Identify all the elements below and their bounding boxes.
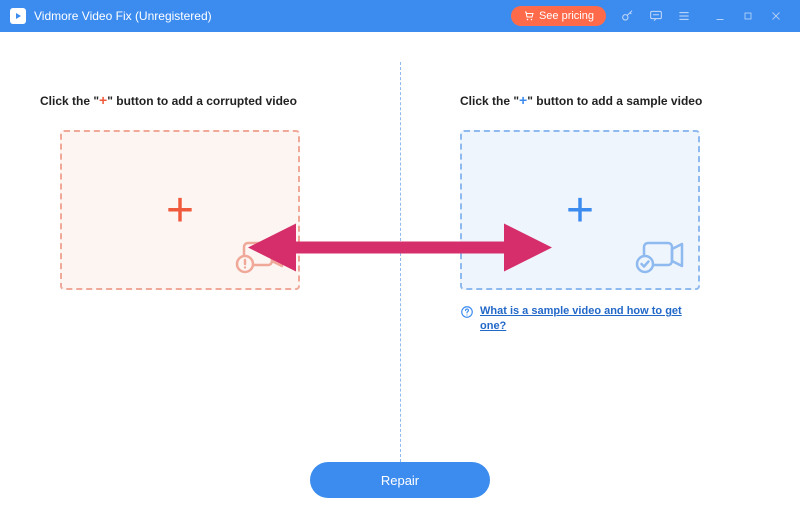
pricing-label: See pricing	[539, 10, 594, 22]
app-title: Vidmore Video Fix (Unregistered)	[34, 9, 511, 23]
camera-alert-icon	[234, 235, 290, 280]
plus-icon: +	[166, 183, 194, 238]
window-controls	[706, 3, 790, 29]
feedback-icon[interactable]	[643, 3, 669, 29]
add-corrupted-video-dropzone[interactable]: +	[60, 130, 300, 290]
titlebar: Vidmore Video Fix (Unregistered) See pri…	[0, 0, 800, 32]
help-icon	[460, 305, 474, 324]
minimize-button[interactable]	[706, 3, 734, 29]
plus-icon-blue: +	[519, 92, 527, 108]
see-pricing-button[interactable]: See pricing	[511, 6, 606, 26]
corrupted-video-panel: Click the "+" button to add a corrupted …	[40, 92, 340, 335]
maximize-button[interactable]	[734, 3, 762, 29]
help-row: What is a sample video and how to get on…	[460, 304, 700, 335]
sample-video-panel: Click the "+" button to add a sample vid…	[460, 92, 760, 335]
cart-icon	[523, 10, 535, 22]
menu-icon[interactable]	[671, 3, 697, 29]
plus-icon-red: +	[99, 92, 107, 108]
add-sample-video-dropzone[interactable]: +	[460, 130, 700, 290]
app-logo-icon	[10, 8, 26, 24]
close-button[interactable]	[762, 3, 790, 29]
sample-video-help-link[interactable]: What is a sample video and how to get on…	[480, 304, 700, 335]
vertical-divider	[400, 62, 401, 462]
plus-icon: +	[566, 183, 594, 238]
footer: Repair	[0, 462, 800, 498]
main-content: Click the "+" button to add a corrupted …	[0, 32, 800, 462]
key-icon[interactable]	[615, 3, 641, 29]
repair-button[interactable]: Repair	[310, 462, 490, 498]
sample-panel-label: Click the "+" button to add a sample vid…	[460, 92, 702, 108]
camera-check-icon	[634, 235, 690, 280]
corrupted-panel-label: Click the "+" button to add a corrupted …	[40, 92, 340, 108]
